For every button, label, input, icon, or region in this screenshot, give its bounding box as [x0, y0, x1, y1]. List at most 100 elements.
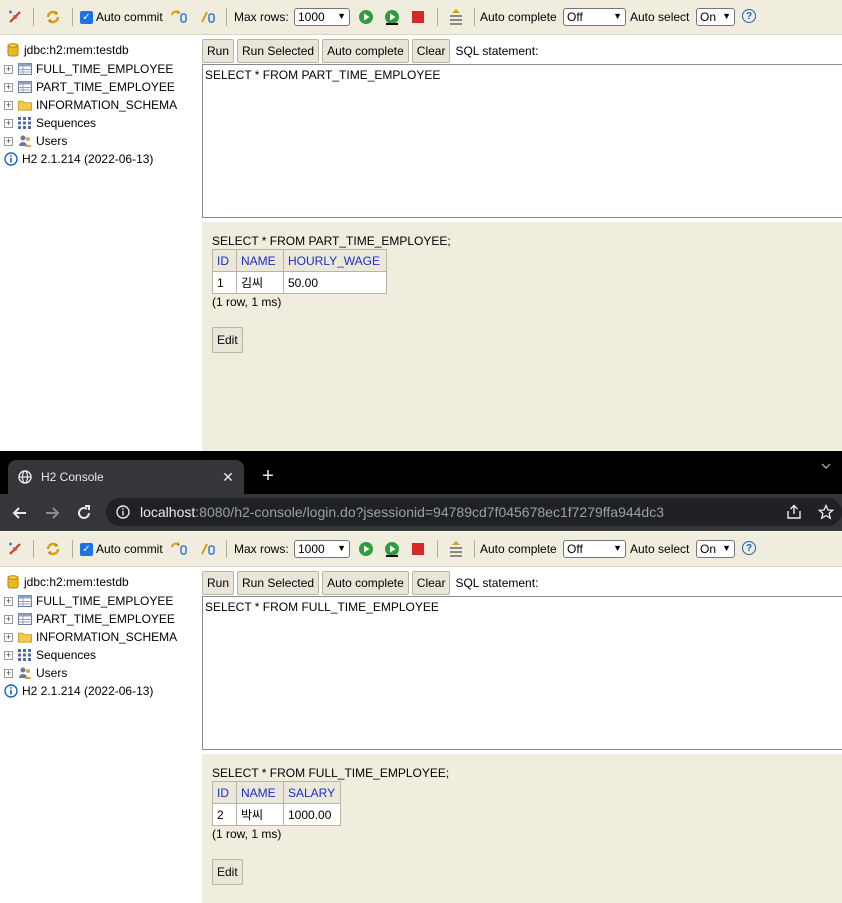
expand-icon[interactable]: +	[4, 632, 13, 642]
commit-icon[interactable]	[199, 540, 217, 558]
sql-input[interactable]: SELECT * FROM PART_TIME_EMPLOYEE	[202, 64, 842, 218]
auto-select-value: On	[700, 542, 717, 556]
edit-button[interactable]: Edit	[212, 327, 243, 353]
column-header[interactable]: NAME	[236, 781, 284, 804]
tree-item-sequences[interactable]: + Sequences	[0, 646, 96, 664]
tree-item-full-time-employee[interactable]: + FULL_TIME_EMPLOYEE	[0, 592, 173, 610]
tree-item-users[interactable]: + Users	[0, 664, 67, 682]
max-rows-select[interactable]: 1000 ▼	[294, 540, 350, 558]
run-selected-button[interactable]: Run Selected	[237, 571, 320, 595]
column-header[interactable]: ID	[212, 249, 237, 272]
expand-icon[interactable]: +	[4, 614, 13, 624]
sql-input[interactable]: SELECT * FROM FULL_TIME_EMPLOYEE	[202, 596, 842, 750]
auto-commit-toggle[interactable]: ✓ Auto commit	[80, 532, 163, 566]
toolbar-separator	[72, 8, 73, 26]
disconnect-icon[interactable]	[6, 8, 24, 26]
column-header[interactable]: HOURLY_WAGE	[283, 249, 387, 272]
tree-item-full-time-employee[interactable]: + FULL_TIME_EMPLOYEE	[0, 60, 173, 78]
disconnect-icon[interactable]	[6, 540, 24, 558]
tree-item-sequences[interactable]: + Sequences	[0, 114, 96, 132]
share-icon[interactable]	[786, 504, 802, 520]
column-header[interactable]: NAME	[236, 249, 284, 272]
users-icon	[18, 666, 32, 680]
expand-icon[interactable]: +	[4, 650, 13, 660]
run-selected-icon[interactable]	[383, 8, 401, 26]
tree-item-part-time-employee[interactable]: + PART_TIME_EMPLOYEE	[0, 610, 175, 628]
max-rows-label: Max rows:	[234, 542, 289, 556]
tree-item-label: PART_TIME_EMPLOYEE	[36, 612, 175, 626]
table-row: 2 박씨 1000.00	[212, 803, 341, 826]
tab-h2-console[interactable]: H2 Console ✕	[8, 460, 244, 494]
help-icon[interactable]: ?	[742, 9, 756, 23]
column-header[interactable]: ID	[212, 781, 237, 804]
run-icon[interactable]	[357, 540, 375, 558]
column-header[interactable]: SALARY	[283, 781, 341, 804]
info-icon	[4, 152, 18, 166]
close-icon[interactable]: ✕	[220, 469, 236, 485]
auto-complete-label: Auto complete	[480, 10, 557, 24]
table-icon	[18, 62, 32, 76]
tree-connection[interactable]: jdbc:h2:mem:testdb	[0, 573, 129, 591]
navigation-bar: localhost:8080/h2-console/login.do?jsess…	[0, 494, 842, 531]
help-icon[interactable]: ?	[742, 541, 756, 555]
tree-connection[interactable]: jdbc:h2:mem:testdb	[0, 41, 129, 59]
table-icon	[18, 612, 32, 626]
run-selected-button[interactable]: Run Selected	[237, 39, 320, 63]
tree-item-information-schema[interactable]: + INFORMATION_SCHEMA	[0, 628, 177, 646]
rollback-icon[interactable]	[170, 8, 188, 26]
edit-button[interactable]: Edit	[212, 859, 243, 885]
history-icon[interactable]	[447, 8, 465, 26]
tree-item-users[interactable]: + Users	[0, 132, 67, 150]
auto-complete-button[interactable]: Auto complete	[322, 39, 409, 63]
run-icon[interactable]	[357, 8, 375, 26]
chevron-down-icon: ▼	[722, 543, 731, 553]
expand-icon[interactable]: +	[4, 668, 13, 678]
max-rows-select[interactable]: 1000 ▼	[294, 8, 350, 26]
new-tab-icon[interactable]: +	[258, 466, 278, 486]
clear-button[interactable]: Clear	[411, 571, 451, 595]
auto-complete-button[interactable]: Auto complete	[322, 571, 409, 595]
auto-commit-checkbox[interactable]: ✓	[80, 542, 93, 556]
commit-icon[interactable]	[199, 8, 217, 26]
clear-button[interactable]: Clear	[411, 39, 451, 63]
run-selected-icon[interactable]	[383, 540, 401, 558]
reload-icon[interactable]	[74, 503, 94, 523]
auto-complete-select[interactable]: Off ▼	[563, 8, 626, 26]
sql-statement-label: SQL statement:	[455, 576, 539, 590]
auto-select-select[interactable]: On ▼	[696, 8, 735, 26]
expand-icon[interactable]: +	[4, 136, 13, 146]
rollback-icon[interactable]	[170, 540, 188, 558]
run-button[interactable]: Run	[202, 39, 235, 63]
refresh-icon[interactable]	[44, 8, 62, 26]
expand-icon[interactable]: +	[4, 118, 13, 128]
expand-icon[interactable]: +	[4, 596, 13, 606]
stop-icon[interactable]	[409, 8, 427, 26]
bookmark-star-icon[interactable]	[817, 503, 835, 520]
expand-icon[interactable]: +	[4, 82, 13, 92]
site-info-icon[interactable]	[106, 505, 140, 519]
history-icon[interactable]	[447, 540, 465, 558]
back-arrow-icon[interactable]	[10, 503, 30, 523]
chevron-down-icon[interactable]	[820, 460, 832, 472]
auto-commit-checkbox[interactable]: ✓	[80, 10, 93, 24]
forward-arrow-icon[interactable]	[42, 503, 62, 523]
auto-commit-toggle[interactable]: ✓ Auto commit	[80, 0, 163, 34]
table-header-row: ID NAME SALARY	[212, 781, 341, 804]
stop-icon[interactable]	[409, 540, 427, 558]
tree-item-part-time-employee[interactable]: + PART_TIME_EMPLOYEE	[0, 78, 175, 96]
toolbar-separator	[474, 540, 475, 558]
auto-complete-select[interactable]: Off ▼	[563, 540, 626, 558]
tree-item-label: Sequences	[36, 648, 97, 662]
expand-icon[interactable]: +	[4, 64, 13, 74]
expand-icon[interactable]: +	[4, 100, 13, 110]
auto-select-value: On	[700, 10, 717, 24]
auto-select-select[interactable]: On ▼	[696, 540, 735, 558]
tree-item-information-schema[interactable]: + INFORMATION_SCHEMA	[0, 96, 177, 114]
h2-console-bottom-pane: ✓ Auto commit Max rows: 1000 ▼ Auto comp…	[0, 532, 842, 903]
table-cell: 김씨	[236, 271, 284, 294]
toolbar-separator	[474, 8, 475, 26]
result-sql: SELECT * FROM PART_TIME_EMPLOYEE;	[212, 234, 451, 248]
address-bar[interactable]: localhost:8080/h2-console/login.do?jsess…	[106, 498, 842, 526]
run-button[interactable]: Run	[202, 571, 235, 595]
refresh-icon[interactable]	[44, 540, 62, 558]
